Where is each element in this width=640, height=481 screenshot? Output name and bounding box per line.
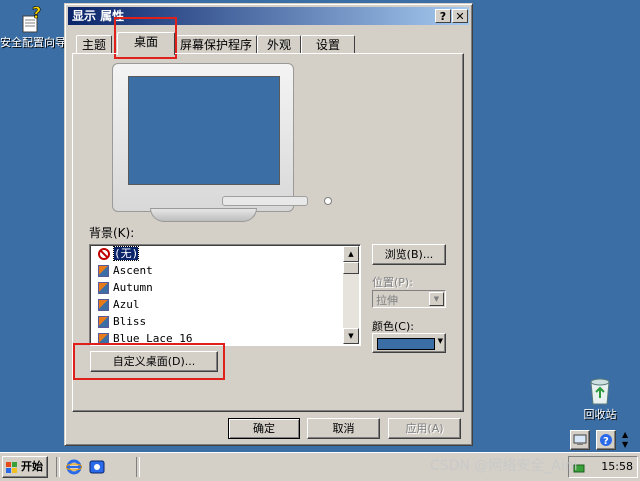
monitor-stand	[150, 208, 257, 222]
ok-button[interactable]: 确定	[228, 418, 300, 439]
image-file-icon	[98, 316, 109, 328]
position-select-value: 拉伸	[376, 294, 398, 307]
image-file-icon	[98, 299, 109, 311]
list-scrollbar[interactable]: ▲ ▼	[343, 246, 359, 344]
image-file-icon	[98, 265, 109, 277]
list-item[interactable]: Bliss	[98, 314, 146, 330]
color-swatch	[377, 338, 435, 350]
scroll-up-button[interactable]: ▲	[343, 246, 359, 262]
list-item-label: Bliss	[113, 315, 147, 328]
position-label: 位置(P):	[372, 276, 413, 289]
start-button[interactable]: 开始	[2, 456, 48, 478]
tray-scroll-icon[interactable]: ▲ ▼	[622, 430, 632, 450]
recycle-bin-icon	[587, 376, 613, 406]
list-item[interactable]: Ascent	[98, 263, 153, 279]
dropdown-arrow-icon: ▼	[437, 337, 443, 345]
highlight-box-customize	[73, 343, 225, 380]
list-item[interactable]: Autumn	[98, 280, 153, 296]
monitor-power-led	[324, 197, 332, 205]
browse-button[interactable]: 浏览(B)...	[372, 244, 446, 265]
system-tray: 15:58	[568, 456, 638, 478]
tray-toolbar: ? ▲ ▼	[566, 430, 636, 450]
none-icon	[98, 248, 110, 260]
scroll-thumb[interactable]	[343, 262, 359, 274]
network-icon[interactable]	[570, 430, 590, 450]
desktop-icon-label: 安全配置向导	[0, 36, 66, 49]
list-item-label: (无)	[112, 246, 140, 261]
color-picker-button[interactable]: ▼	[372, 333, 446, 353]
image-file-icon	[98, 282, 109, 294]
clock[interactable]: 15:58	[601, 457, 633, 477]
list-item[interactable]: (无)	[98, 246, 140, 262]
tab-screensaver[interactable]: 屏幕保护程序	[175, 35, 257, 54]
color-label: 颜色(C):	[372, 320, 414, 333]
cancel-button[interactable]: 取消	[307, 418, 380, 439]
list-item-label: Azul	[113, 298, 140, 311]
close-button[interactable]: ✕	[452, 9, 468, 23]
position-select[interactable]: 拉伸 ▼	[372, 290, 446, 308]
help-button[interactable]: ?	[435, 9, 451, 23]
tab-settings[interactable]: 设置	[301, 35, 355, 54]
tab-appearance[interactable]: 外观	[257, 35, 301, 54]
desktop-icon-recycle-bin[interactable]: 回收站	[574, 376, 626, 422]
tab-theme[interactable]: 主题	[76, 35, 112, 54]
apply-button[interactable]: 应用(A)	[388, 418, 461, 439]
ie-icon[interactable]	[65, 459, 83, 475]
scroll-down-button[interactable]: ▼	[343, 328, 359, 344]
help-circle-icon[interactable]: ?	[596, 430, 616, 450]
dropdown-arrow-icon[interactable]: ▼	[429, 292, 444, 306]
desktop-icon-security-wizard[interactable]: ? 安全配置向导	[0, 3, 66, 50]
taskbar-separator	[56, 457, 60, 477]
svg-text:?: ?	[603, 436, 609, 447]
show-desktop-icon[interactable]	[89, 459, 105, 475]
windows-logo-icon	[6, 461, 18, 473]
desktop-icon-label: 回收站	[583, 408, 617, 421]
list-item-label: Autumn	[113, 281, 153, 294]
start-label: 开始	[21, 460, 43, 473]
list-item[interactable]: Azul	[98, 297, 140, 313]
monitor-preview-screen	[128, 76, 280, 185]
list-item-label: Ascent	[113, 264, 153, 277]
security-wizard-icon: ?	[20, 3, 46, 34]
tab-desktop[interactable]: 桌面	[117, 32, 175, 55]
watermark: CSDN @网络安全_Aini	[430, 458, 578, 474]
taskbar-separator	[136, 457, 140, 477]
background-listbox[interactable]: (无) Ascent Autumn Azul Bliss Blue Lace 1…	[89, 244, 361, 346]
background-label: 背景(K):	[89, 226, 135, 240]
monitor-bezel-bar	[222, 196, 308, 206]
svg-text:?: ?	[32, 4, 41, 22]
